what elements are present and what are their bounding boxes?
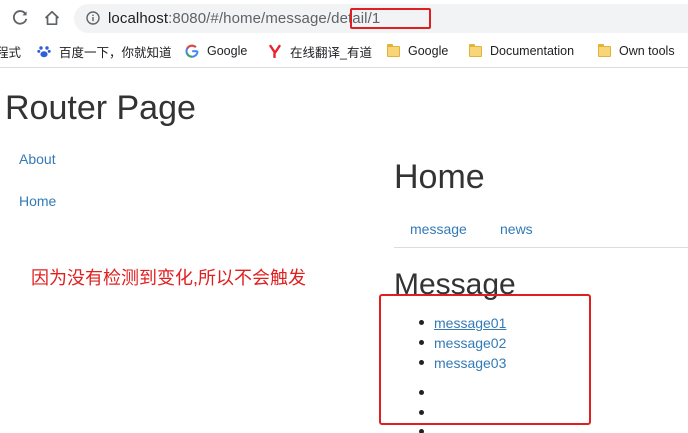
url-host: localhost [108,10,169,27]
bookmark-youdao[interactable]: 在线翻译_有道 [268,42,372,60]
folder-icon [386,43,400,58]
nav-link-home[interactable]: Home [19,192,56,210]
bookmark-label: Google [207,44,248,58]
bookmark-label: 程式 [0,45,22,60]
folder-icon [597,43,611,58]
reload-icon [12,10,28,25]
bookmark-label: Google [408,44,449,58]
bookmark-folder-google[interactable]: Google [386,42,448,60]
bookmark-label: 百度一下，你就知道 [59,45,172,60]
page-title: Router Page [5,89,196,127]
bookmark-folder-own-tools[interactable]: Own tools [597,42,675,60]
reload-button[interactable] [10,8,30,28]
home-title: Home [394,158,485,196]
annotation-text: 因为没有检测到变化,所以不会触发 [31,268,306,288]
home-icon [44,10,60,26]
google-g-icon [185,44,199,58]
bookmark-label: 在线翻译_有道 [290,45,372,60]
browser-toolbar: localhost:8080/#/home/message/detail/1 [0,0,688,36]
bookmark-baidu[interactable]: 百度一下，你就知道 [37,42,172,60]
bookmark-label: Documentation [490,44,575,58]
baidu-paw-icon [37,44,51,58]
tab-news[interactable]: news [500,220,533,238]
bookmark-label: Own tools [619,44,675,58]
url-highlight-box [350,8,431,29]
message-highlight-box [379,294,591,425]
youdao-icon [268,44,282,58]
bookmarks-bar: 程式 百度一下，你就知道 Google 在线翻译_有道 Google Docum… [0,36,688,68]
nav-link-about[interactable]: About [19,150,56,168]
empty-list-bullet [419,429,424,433]
tabs-divider [394,247,688,248]
url-path: :8080/#/home/message/detail/1 [168,10,381,27]
bookmark-google[interactable]: Google [185,42,247,60]
bookmark-partial[interactable]: 程式 [0,42,21,60]
bookmark-folder-documentation[interactable]: Documentation [468,42,574,60]
url-text[interactable]: localhost:8080/#/home/message/detail/1 [108,9,380,28]
info-icon[interactable] [86,11,100,25]
folder-icon [468,43,482,58]
home-button[interactable] [42,8,62,28]
tab-message[interactable]: message [410,220,467,238]
